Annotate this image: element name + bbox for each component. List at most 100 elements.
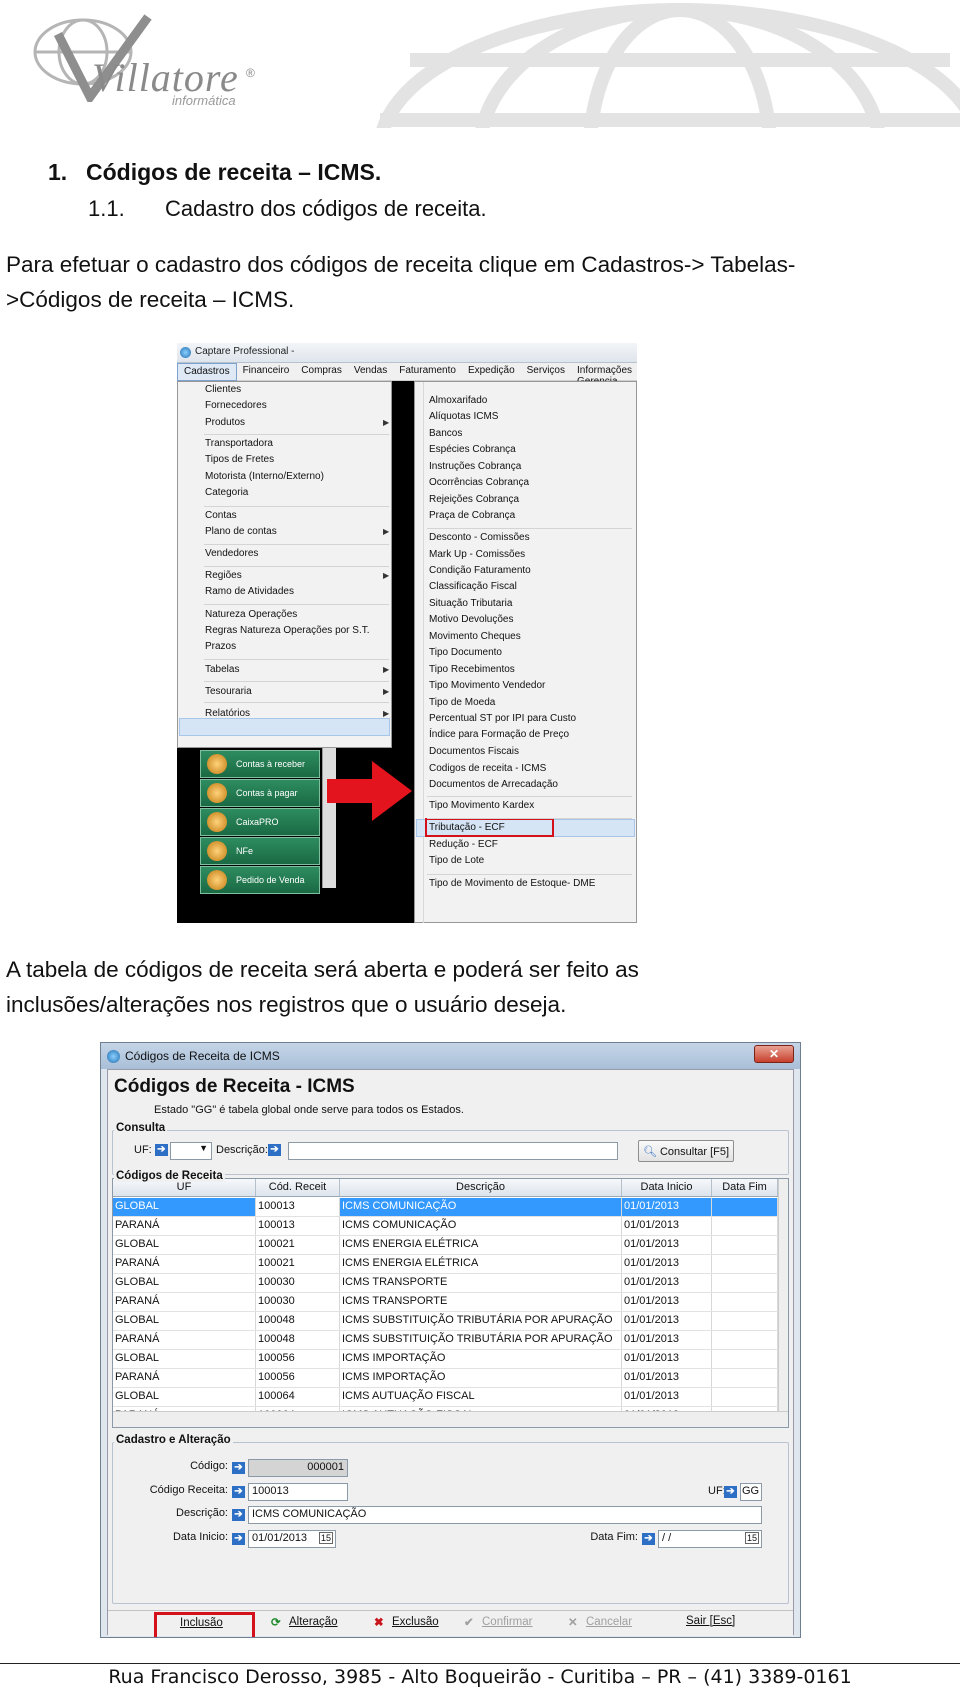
cadastros-menu-item[interactable]: Tipos de Fretes <box>205 454 274 465</box>
tabelas-menu-item[interactable]: Redução - ECF <box>429 839 498 850</box>
tabelas-menu-item[interactable]: Praça de Cobrança <box>429 510 515 521</box>
shortcut-item[interactable]: Contas à pagar <box>200 779 320 807</box>
tabelas-menu-item[interactable]: Índice para Formação de Preço <box>429 729 569 740</box>
shortcut-item[interactable]: Pedido de Venda <box>200 866 320 894</box>
shortcut-item[interactable]: CaixaPRO <box>200 808 320 836</box>
confirmar-button[interactable]: ✔ Confirmar <box>464 1615 532 1629</box>
cadastros-menu-item[interactable]: Regras Natureza Operações por S.T. <box>205 625 370 636</box>
paragraph-2-line-2: inclusões/alterações nos registros que o… <box>6 992 567 1017</box>
menubar-item-2[interactable]: Compras <box>295 363 348 381</box>
menubar-item-7[interactable]: Informações Gerencia <box>571 363 637 387</box>
tabelas-menu-item[interactable]: Bancos <box>429 428 462 439</box>
cadastros-menu-item[interactable]: Clientes <box>205 384 241 395</box>
tabelas-menu-item[interactable]: Percentual ST por IPI para Custo <box>429 713 576 724</box>
tabelas-menu-item[interactable]: Movimento Cheques <box>429 631 521 642</box>
tabelas-menu-item[interactable]: Situação Tributaria <box>429 598 512 609</box>
table-column-header[interactable]: Data Fim <box>712 1179 778 1196</box>
cadastros-menu-item[interactable]: Transportadora <box>205 438 273 449</box>
cadastros-menu-item[interactable]: Motorista (Interno/Externo) <box>205 471 324 482</box>
cadastros-menu-item[interactable]: Categoria <box>205 487 248 498</box>
tabelas-menu-item[interactable]: Codigos de receita - ICMS <box>429 763 546 774</box>
table-row[interactable]: GLOBAL 100013 ICMS COMUNICAÇÃO 01/01/2013 <box>113 1198 778 1217</box>
descricao-filter-input[interactable] <box>288 1142 618 1160</box>
menubar-item-1[interactable]: Financeiro <box>237 363 296 381</box>
table-row[interactable]: PARANÁ 100056 ICMS IMPORTAÇÃO 01/01/2013 <box>113 1369 778 1388</box>
shortcut-item[interactable]: Contas à receber <box>200 750 320 778</box>
grid-title: Códigos de Receita <box>114 1170 225 1182</box>
cadastros-menu-item[interactable]: Vendedores <box>205 548 258 559</box>
tabelas-menu-item[interactable]: Desconto - Comissões <box>429 532 530 543</box>
table-row[interactable]: PARANÁ 100013 ICMS COMUNICAÇÃO 01/01/2013 <box>113 1217 778 1236</box>
tabelas-menu-item[interactable]: Documentos Fiscais <box>429 746 519 757</box>
menubar-item-3[interactable]: Vendas <box>348 363 393 381</box>
tabelas-menu-item[interactable]: Ocorrências Cobrança <box>429 477 529 488</box>
vertical-scrollbar[interactable] <box>778 1179 788 1411</box>
table-row[interactable]: GLOBAL 100056 ICMS IMPORTAÇÃO 01/01/2013 <box>113 1350 778 1369</box>
tabelas-menu-item[interactable]: Classificação Fiscal <box>429 581 517 592</box>
inclusao-button[interactable]: Inclusão <box>180 1617 223 1629</box>
tabelas-menu-item[interactable]: Mark Up - Comissões <box>429 549 525 560</box>
codigo-receita-field[interactable]: 100013 <box>248 1483 348 1501</box>
tabelas-menu-item[interactable]: Espécies Cobrança <box>429 444 516 455</box>
tabelas-menu-item[interactable]: Tipo de Moeda <box>429 697 495 708</box>
close-button[interactable]: ✕ <box>754 1045 794 1063</box>
cadastros-menu-item[interactable]: Prazos <box>205 641 236 652</box>
cadastros-menu-item[interactable]: Tabelas <box>205 664 239 675</box>
table-row[interactable]: GLOBAL 100048 ICMS SUBSTITUIÇÃO TRIBUTÁRIA… <box>113 1312 778 1331</box>
data-fim-field[interactable]: / /15 <box>658 1530 762 1548</box>
cadastros-menu-item[interactable]: Relatórios <box>205 708 250 719</box>
cadastros-menu-item[interactable]: Ramo de Atividades <box>205 586 294 597</box>
tabelas-menu-item[interactable]: Tipo Movimento Kardex <box>429 800 534 811</box>
sair-button[interactable]: Sair [Esc] <box>686 1615 735 1627</box>
tabelas-menu-item[interactable]: Alíquotas ICMS <box>429 411 498 422</box>
menubar-item-6[interactable]: Serviços <box>521 363 571 381</box>
table-cell <box>712 1369 778 1387</box>
cadastros-menu-item[interactable]: Natureza Operações <box>205 609 297 620</box>
descricao-filter-label: Descrição: ➔ <box>216 1144 281 1157</box>
shortcut-item[interactable]: NFe <box>200 837 320 865</box>
shortcut-label: CaixaPRO <box>236 817 279 827</box>
tabelas-menu-item[interactable]: Tipo Movimento Vendedor <box>429 680 545 691</box>
cadastros-menu-item[interactable]: Regiões <box>205 570 242 581</box>
horizontal-scrollbar[interactable] <box>113 1411 788 1427</box>
table-row[interactable]: PARANÁ 100030 ICMS TRANSPORTE 01/01/2013 <box>113 1293 778 1312</box>
table-column-header[interactable]: Cód. Receit <box>256 1179 340 1196</box>
cadastros-menu-item[interactable]: Plano de contas <box>205 526 277 537</box>
tabelas-menu-item[interactable]: Tributação - ECF <box>429 822 505 833</box>
table-column-header[interactable]: Data Inicio <box>622 1179 712 1196</box>
tabelas-menu-item[interactable]: Tipo Recebimentos <box>429 664 515 675</box>
cadastros-menu-item[interactable]: Produtos <box>205 417 245 428</box>
cadastros-menu-item[interactable]: Tesouraria <box>205 686 252 697</box>
cadastros-menu-item[interactable]: Fornecedores <box>205 400 267 411</box>
cadastros-menu-item[interactable]: Contas <box>205 510 237 521</box>
subsection-heading: 1.1. Cadastro dos códigos de receita. <box>88 196 487 222</box>
tabelas-menu-item[interactable]: Tipo de Movimento de Estoque- DME <box>429 878 595 889</box>
tabelas-menu-item[interactable]: Documentos de Arrecadação <box>429 779 558 790</box>
descricao-field[interactable]: ICMS COMUNICAÇÃO <box>248 1506 762 1524</box>
exclusao-button[interactable]: ✖ Exclusão <box>374 1615 439 1629</box>
consultar-button[interactable]: 🔍︎ Consultar [F5] <box>638 1140 734 1162</box>
menubar-item-5[interactable]: Expedição <box>462 363 521 381</box>
menubar-item-4[interactable]: Faturamento <box>393 363 462 381</box>
tabelas-menu-item[interactable]: Rejeições Cobrança <box>429 494 519 505</box>
menubar-item-0[interactable]: Cadastros <box>177 363 237 381</box>
data-inicio-field[interactable]: 01/01/2013 15 <box>248 1530 336 1548</box>
tabelas-menu-item[interactable]: Condição Faturamento <box>429 565 531 576</box>
uf-filter-select[interactable]: ▼ <box>170 1142 212 1160</box>
tabelas-menu-item[interactable]: Tipo de Lote <box>429 855 484 866</box>
table-row[interactable]: GLOBAL 100030 ICMS TRANSPORTE 01/01/2013 <box>113 1274 778 1293</box>
table-row[interactable]: PARANÁ 100048 ICMS SUBSTITUIÇÃO TRIBUTÁRIA… <box>113 1331 778 1350</box>
table-row[interactable]: GLOBAL 100064 ICMS AUTUAÇÃO FISCAL 01/01/20… <box>113 1388 778 1407</box>
table-column-header[interactable]: Descrição <box>340 1179 622 1196</box>
uf-field[interactable]: GG <box>740 1483 762 1501</box>
alteracao-button[interactable]: ⟳ Alteração <box>271 1615 338 1629</box>
table-row[interactable]: GLOBAL 100021 ICMS ENERGIA ELÉTRICA 01/01/2… <box>113 1236 778 1255</box>
table-row[interactable]: PARANÁ 100021 ICMS ENERGIA ELÉTRICA 01/01/2… <box>113 1255 778 1274</box>
tabelas-menu-item[interactable]: Instruções Cobrança <box>429 461 521 472</box>
shortcut-label: Contas à pagar <box>236 788 298 798</box>
tabelas-menu-item[interactable]: Almoxarifado <box>429 395 487 406</box>
tabelas-menu-item[interactable]: Tipo Documento <box>429 647 502 658</box>
table-cell: GLOBAL <box>113 1236 256 1254</box>
cancelar-button[interactable]: ✕ Cancelar <box>568 1615 632 1629</box>
tabelas-menu-item[interactable]: Motivo Devoluções <box>429 614 513 625</box>
